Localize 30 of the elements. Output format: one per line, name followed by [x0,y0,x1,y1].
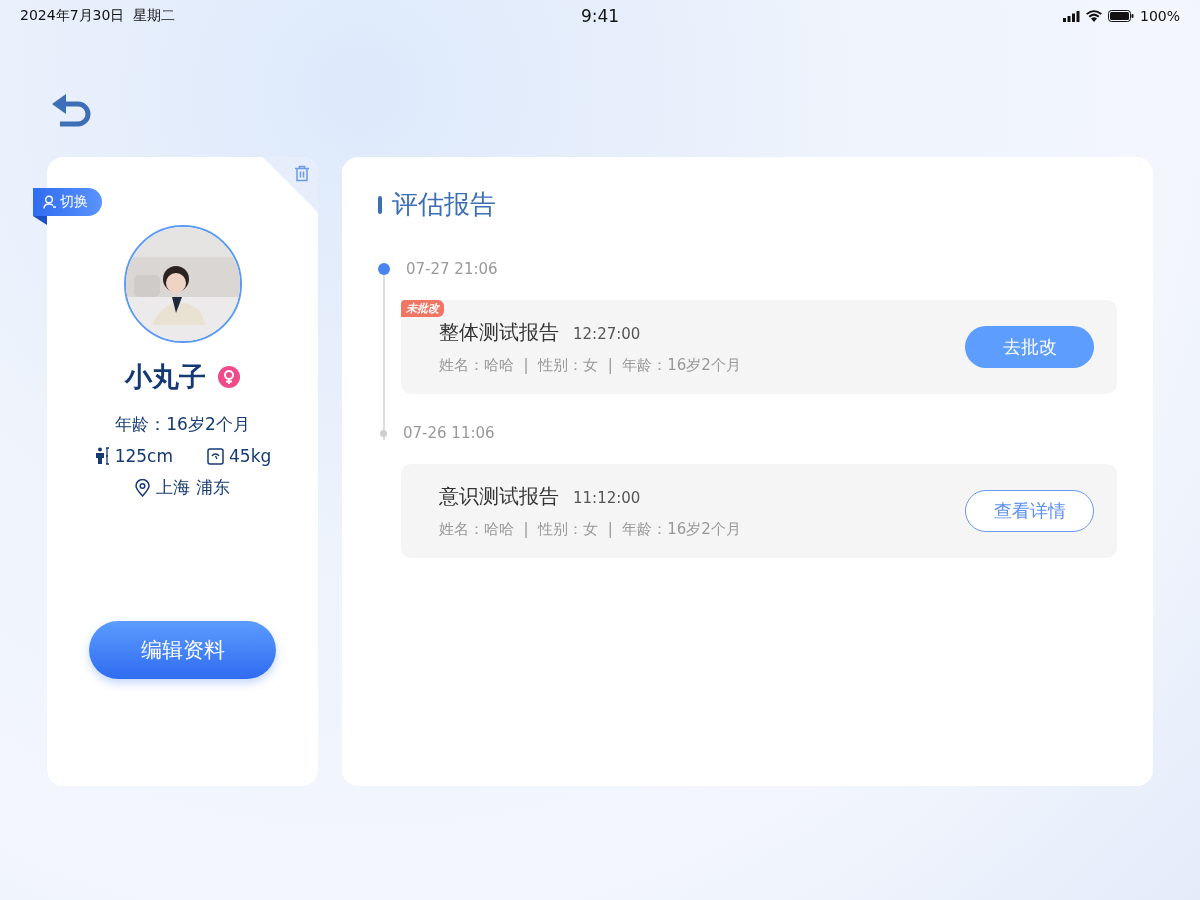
age-text: 年龄：16岁2个月 [115,413,250,436]
status-time: 9:41 [579,6,621,26]
edit-profile-button[interactable]: 编辑资料 [89,621,276,679]
report-date: 07-26 11:06 [403,424,495,442]
child-name: 小丸子 [125,360,206,394]
scale-icon [207,447,225,465]
report-title: 意识测试报告 [439,483,559,510]
report-action-button[interactable]: 查看详情 [965,490,1094,532]
trash-icon[interactable] [294,165,310,182]
location-text: 上海 浦东 [156,476,230,499]
panel-title: 评估报告 [392,188,496,221]
location-icon [135,478,151,497]
status-date: 2024年7月30日 星期二 [20,7,177,25]
weight-text: 45kg [229,446,272,466]
height-icon [93,447,110,465]
report-date: 07-27 21:06 [406,260,498,278]
signal-icon [1063,10,1080,22]
height-text: 125cm [114,446,174,466]
status-tag: 未批改 [401,300,444,317]
report-action-button[interactable]: 去批改 [965,326,1094,368]
battery-icon [1108,10,1134,22]
report-time: 12:27:00 [573,325,641,343]
battery-percent: 100% [1140,8,1180,24]
report-details: 姓名：哈哈 | 性别：女 | 年龄：16岁2个月 [439,520,742,539]
report-details: 姓名：哈哈 | 性别：女 | 年龄：16岁2个月 [439,356,742,375]
report-title: 整体测试报告 [439,319,559,346]
back-icon[interactable] [50,92,92,128]
user-icon [43,195,57,209]
report-time: 11:12:00 [573,489,641,507]
wifi-icon [1086,10,1102,22]
